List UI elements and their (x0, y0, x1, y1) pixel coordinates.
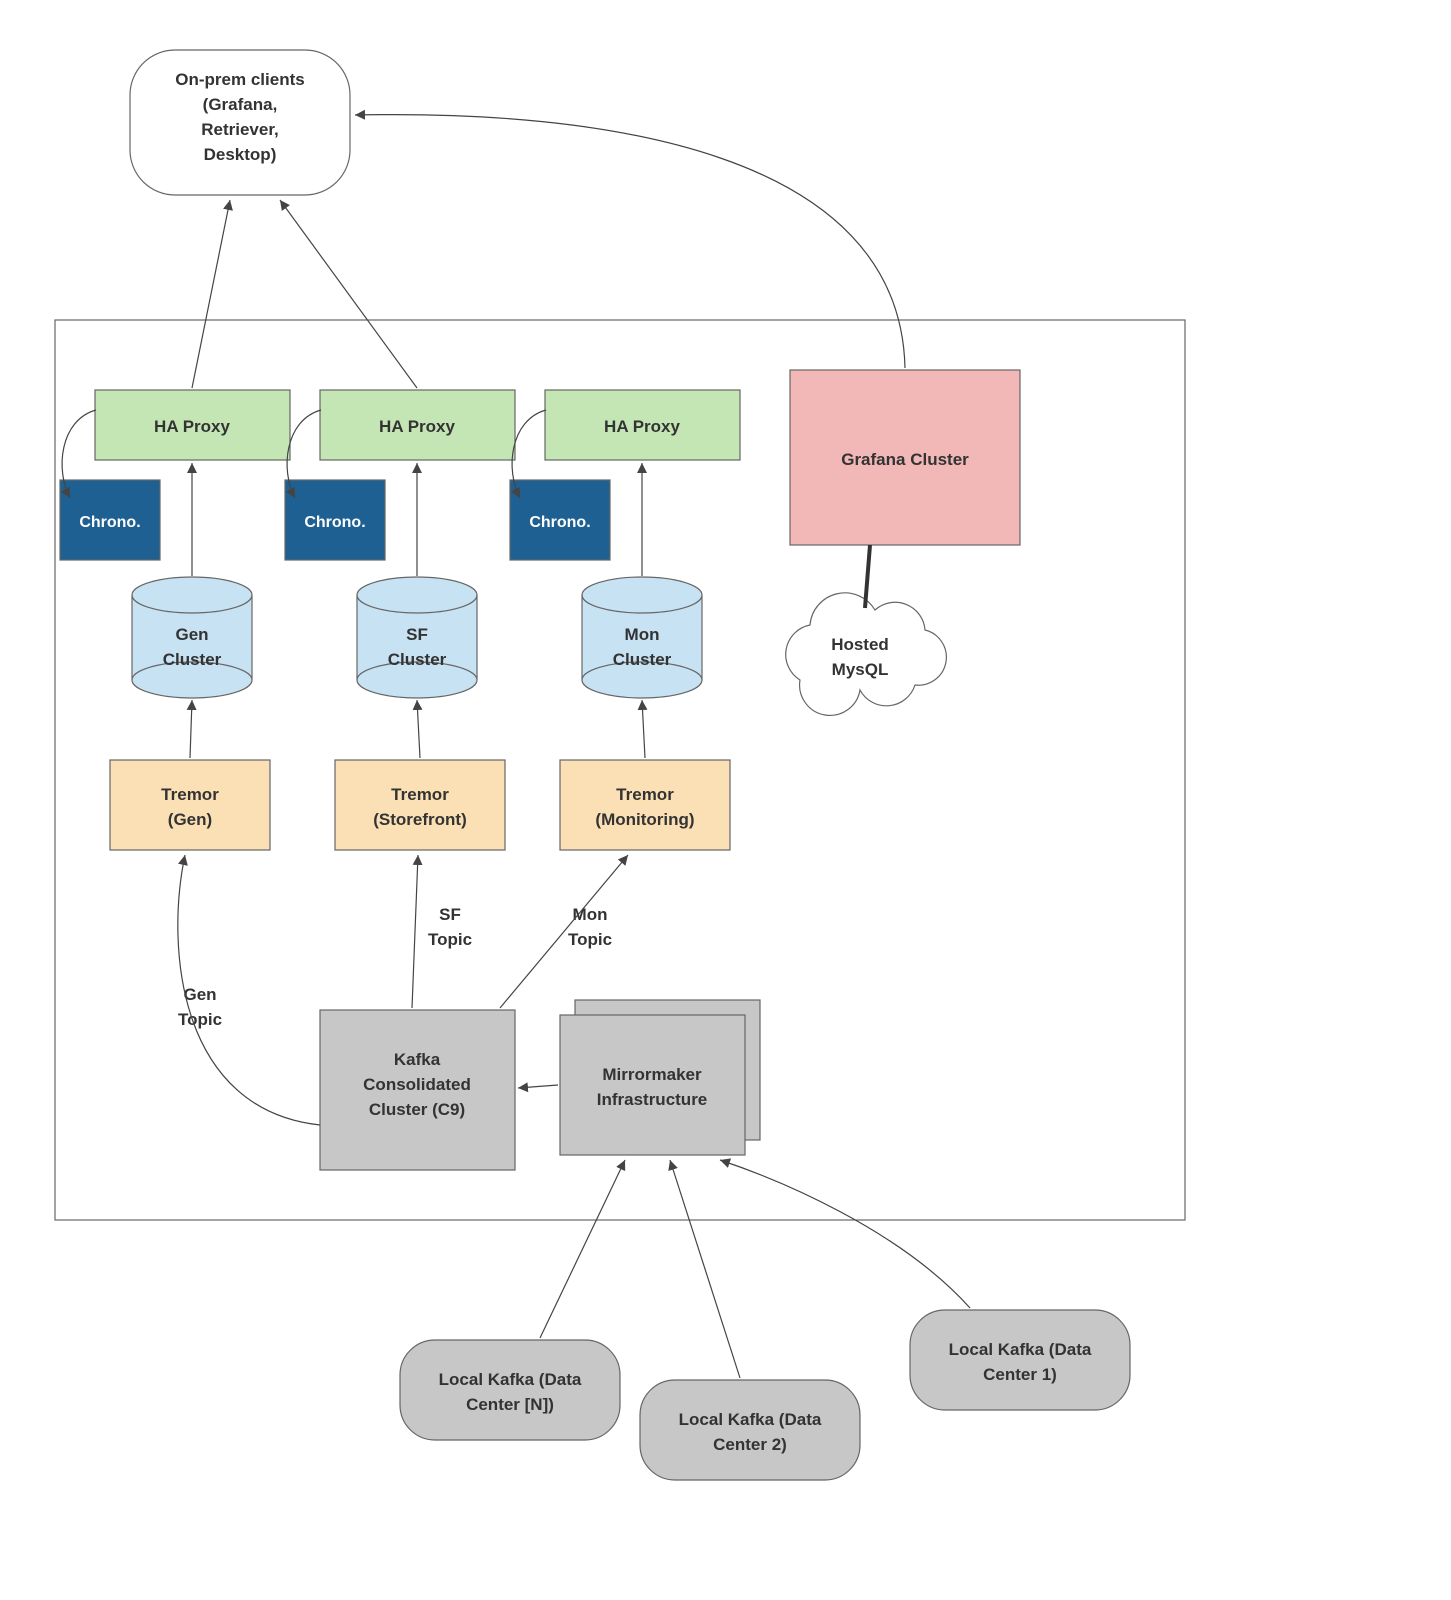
svg-text:Center 1): Center 1) (983, 1365, 1057, 1384)
mirrormaker-node: Mirrormaker Infrastructure (560, 1000, 760, 1155)
edge-grafana-to-onprem (355, 115, 905, 368)
edge-lk2-to-mm (670, 1160, 740, 1378)
svg-text:Center [N]): Center [N]) (466, 1395, 554, 1414)
svg-text:Tremor: Tremor (391, 785, 449, 804)
chrono-mon: Chrono. (510, 480, 610, 560)
chrono-gen: Chrono. (60, 480, 160, 560)
edge-lk1-to-mm (720, 1160, 970, 1308)
svg-text:Local Kafka (Data: Local Kafka (Data (949, 1340, 1092, 1359)
svg-text:Center 2): Center 2) (713, 1435, 787, 1454)
chrono-sf: Chrono. (285, 480, 385, 560)
hosted-mysql-cloud: Hosted MysQL (786, 593, 947, 716)
svg-text:Consolidated: Consolidated (363, 1075, 471, 1094)
haproxy-sf: HA Proxy (320, 390, 515, 460)
kafka-consolidated: Kafka Consolidated Cluster (C9) (320, 1010, 515, 1170)
svg-text:(Gen): (Gen) (168, 810, 212, 829)
svg-text:Grafana Cluster: Grafana Cluster (841, 450, 969, 469)
local-kafka-c2: Local Kafka (Data Center 2) (640, 1380, 860, 1480)
svg-text:(Storefront): (Storefront) (373, 810, 466, 829)
svg-text:Cluster (C9): Cluster (C9) (369, 1100, 465, 1119)
svg-text:Tremor: Tremor (616, 785, 674, 804)
svg-text:Cluster: Cluster (388, 650, 447, 669)
onprem-line1: On-prem clients (175, 70, 304, 89)
haproxy-gen: HA Proxy (95, 390, 290, 460)
svg-text:HA Proxy: HA Proxy (604, 417, 680, 436)
svg-text:Mon: Mon (625, 625, 660, 644)
svg-text:Cluster: Cluster (163, 650, 222, 669)
architecture-diagram: On-prem clients (Grafana, Retriever, Des… (0, 0, 1451, 1600)
edge-kafka-to-tremor-sf (412, 855, 418, 1008)
svg-text:Chrono.: Chrono. (304, 514, 365, 531)
onprem-line3: Retriever, (201, 120, 279, 139)
svg-text:(Monitoring): (Monitoring) (595, 810, 694, 829)
svg-text:Cluster: Cluster (613, 650, 672, 669)
svg-text:Local Kafka (Data: Local Kafka (Data (679, 1410, 822, 1429)
svg-text:Infrastructure: Infrastructure (597, 1090, 708, 1109)
svg-text:Topic: Topic (568, 930, 612, 949)
svg-text:Tremor: Tremor (161, 785, 219, 804)
tremor-mon: Tremor (Monitoring) (560, 760, 730, 850)
edge-mirrormaker-to-kafka (518, 1085, 558, 1088)
edge-lkn-to-mm (540, 1160, 625, 1338)
svg-text:Chrono.: Chrono. (529, 514, 590, 531)
edge-grafana-to-mysql (865, 545, 870, 608)
onprem-line2: (Grafana, (203, 95, 278, 114)
sf-topic-label: SF Topic (428, 905, 472, 949)
svg-text:SF: SF (406, 625, 428, 644)
svg-text:Topic: Topic (178, 1010, 222, 1029)
tremor-gen: Tremor (Gen) (110, 760, 270, 850)
svg-text:Gen: Gen (183, 985, 216, 1004)
svg-text:Chrono.: Chrono. (79, 514, 140, 531)
svg-text:SF: SF (439, 905, 461, 924)
grafana-cluster-node: Grafana Cluster (790, 370, 1020, 545)
tremor-sf: Tremor (Storefront) (335, 760, 505, 850)
svg-text:Mirrormaker: Mirrormaker (602, 1065, 702, 1084)
svg-text:MysQL: MysQL (832, 660, 889, 679)
edge-tremor-mon-to-cluster (642, 700, 645, 758)
svg-text:Kafka: Kafka (394, 1050, 441, 1069)
mon-topic-label: Mon Topic (568, 905, 612, 949)
edge-hap-sf-to-onprem (280, 200, 417, 388)
edge-hap-gen-to-onprem (192, 200, 230, 388)
sf-cluster-cylinder: SF Cluster (357, 577, 477, 698)
gen-cluster-cylinder: Gen Cluster (132, 577, 252, 698)
svg-text:HA Proxy: HA Proxy (154, 417, 230, 436)
onprem-line4: Desktop) (204, 145, 277, 164)
local-kafka-c1: Local Kafka (Data Center 1) (910, 1310, 1130, 1410)
svg-text:HA Proxy: HA Proxy (379, 417, 455, 436)
svg-text:Topic: Topic (428, 930, 472, 949)
svg-text:Local Kafka (Data: Local Kafka (Data (439, 1370, 582, 1389)
local-kafka-n: Local Kafka (Data Center [N]) (400, 1340, 620, 1440)
mon-cluster-cylinder: Mon Cluster (582, 577, 702, 698)
onprem-clients-node: On-prem clients (Grafana, Retriever, Des… (130, 50, 350, 195)
edge-tremor-sf-to-cluster (417, 700, 420, 758)
edge-tremor-gen-to-cluster (190, 700, 192, 758)
haproxy-mon: HA Proxy (545, 390, 740, 460)
svg-text:Hosted: Hosted (831, 635, 889, 654)
svg-text:Gen: Gen (175, 625, 208, 644)
